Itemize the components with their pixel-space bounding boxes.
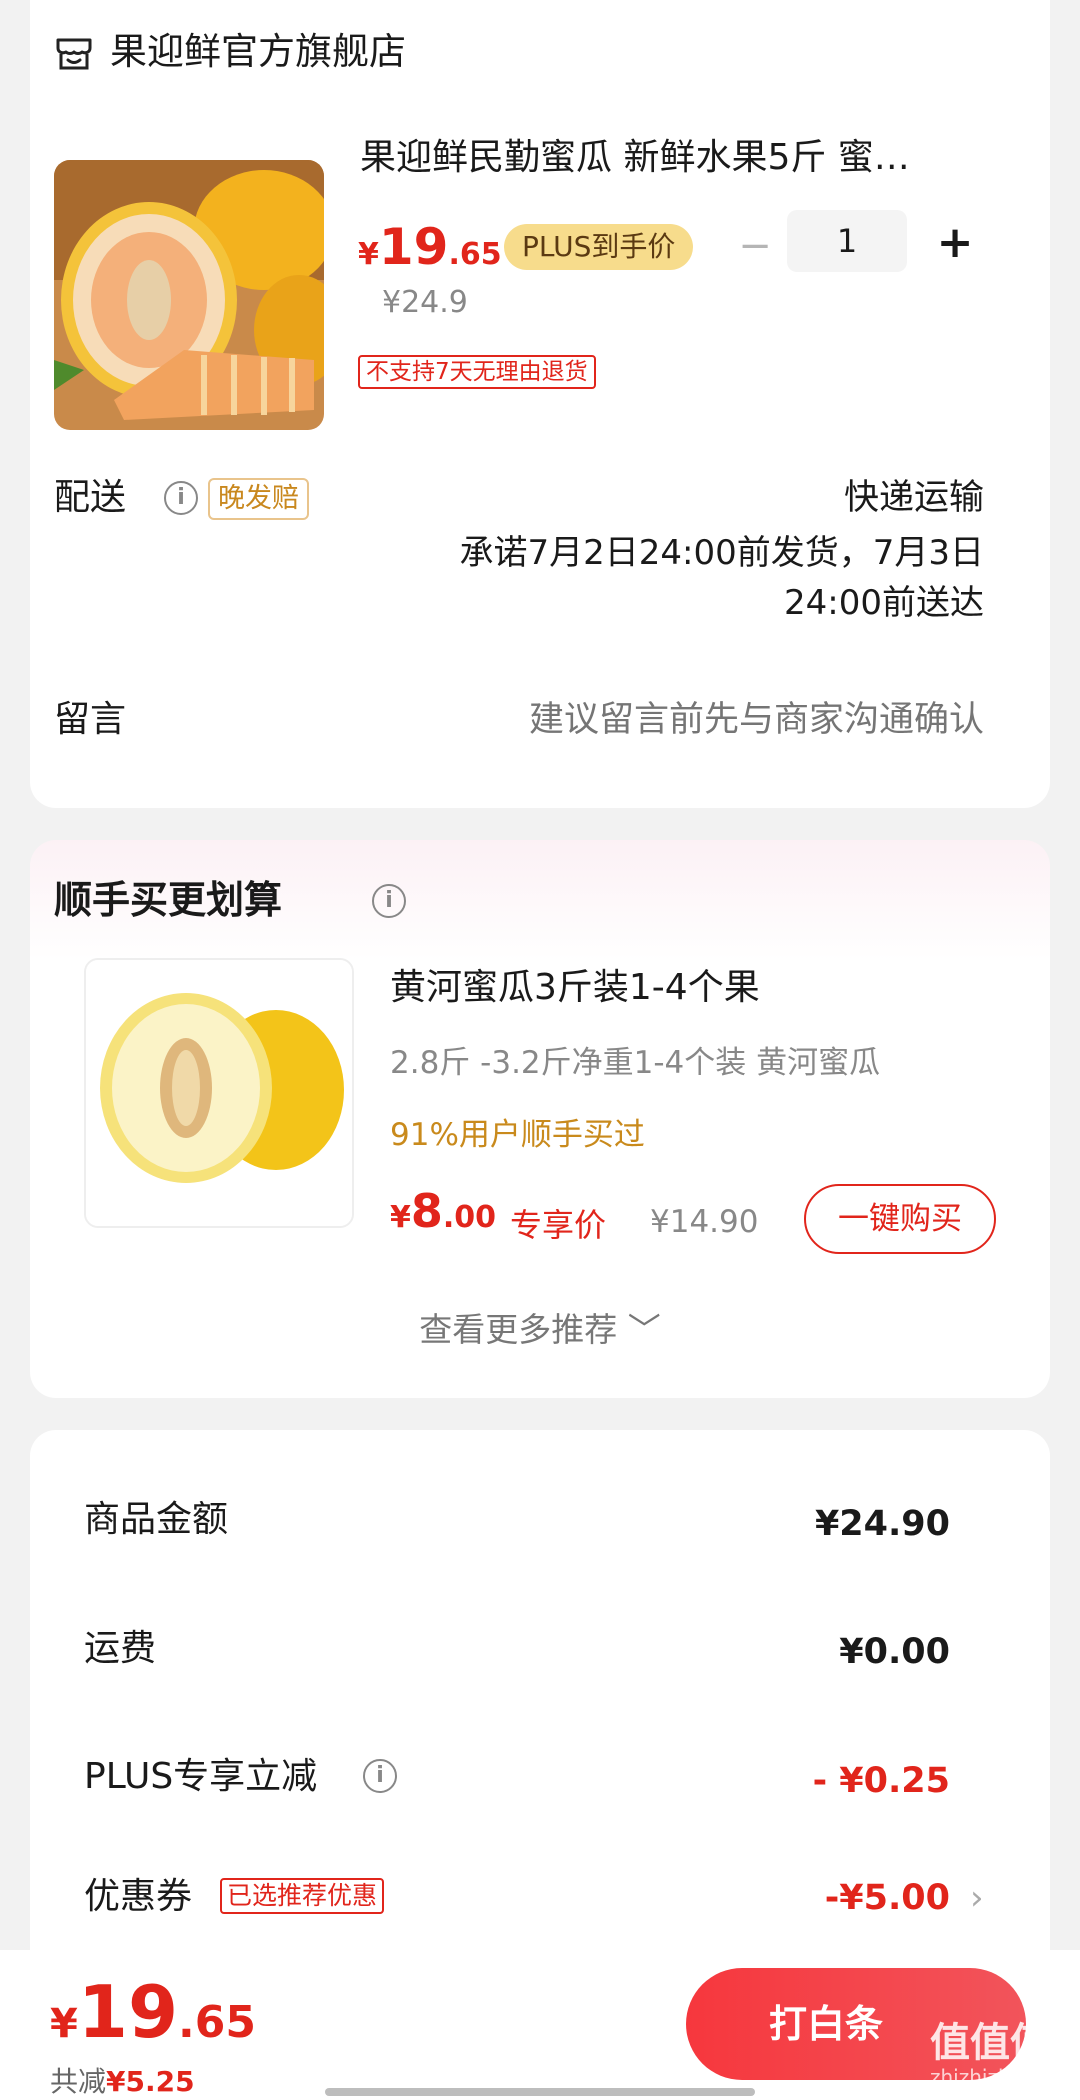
recommend-item-spec: 2.8斤 -3.2斤净重1-4个装 黄河蜜瓜 — [390, 1045, 881, 1081]
chevron-down-icon: ﹀ — [627, 1310, 661, 1349]
shipping-value: ¥0.00 — [839, 1632, 950, 1672]
delivery-method[interactable]: 快递运输 — [844, 476, 984, 520]
total-price: ¥19.65 — [50, 1970, 256, 2054]
product-image[interactable] — [54, 160, 324, 430]
recommend-price-tag: 专享价 — [510, 1206, 607, 1244]
plus-discount-label: PLUS专享立减 — [84, 1756, 318, 1797]
goods-amount-value: ¥24.90 — [814, 1504, 950, 1544]
message-input[interactable] — [424, 698, 984, 742]
info-icon[interactable]: i — [164, 481, 198, 515]
goods-amount-label: 商品金额 — [84, 1499, 229, 1540]
recommend-item-title[interactable]: 黄河蜜瓜3斤装1-4个果 — [390, 965, 760, 1011]
watermark: 值值值 — [930, 2020, 1050, 2066]
info-icon[interactable]: i — [372, 884, 406, 918]
recommend-title: 顺手买更划算 — [54, 878, 283, 922]
plus-price-tag: PLUS到手价 — [504, 224, 694, 270]
shipping-label: 运费 — [84, 1628, 157, 1669]
melon-image — [54, 160, 324, 430]
product-title[interactable]: 果迎鲜民勤蜜瓜 新鲜水果5斤 蜜… — [360, 133, 960, 183]
product-original-price: ¥24.9 — [382, 285, 468, 320]
plus-discount-value: - ¥0.25 — [812, 1761, 950, 1801]
home-indicator[interactable] — [325, 2088, 755, 2096]
coupon-value[interactable]: -¥5.00 — [825, 1876, 950, 1920]
one-click-buy-button[interactable]: 一键购买 — [804, 1184, 996, 1254]
recommend-item-price: ¥8.00 — [390, 1184, 497, 1238]
info-icon[interactable]: i — [363, 1759, 397, 1793]
total-saved: 共减¥5.25 — [50, 2065, 195, 2098]
coupon-selected-tag: 已选推荐优惠 — [220, 1878, 385, 1914]
chevron-right-icon[interactable]: › — [970, 1878, 984, 1918]
recommend-item-image[interactable] — [84, 958, 354, 1228]
recommend-item-social-proof: 91%用户顺手买过 — [390, 1117, 645, 1153]
store-name[interactable]: 果迎鲜官方旗舰店 — [110, 30, 406, 74]
more-recommend-link[interactable]: 查看更多推荐 ﹀ — [0, 1308, 1080, 1352]
message-label: 留言 — [54, 699, 127, 740]
delivery-label: 配送 — [54, 477, 127, 518]
quantity-field[interactable]: 1 — [787, 210, 907, 272]
recommend-original-price: ¥14.90 — [650, 1204, 759, 1240]
delivery-promise: 承诺7月2日24:00前发货，7月3日24:00前送达 — [459, 533, 984, 623]
quantity-decrease-button[interactable]: − — [730, 222, 780, 272]
product-price: ¥19.65 — [358, 218, 502, 276]
watermark-url: zhizhizhi.com — [930, 2065, 1066, 2089]
store-icon — [56, 38, 92, 70]
late-compensation-tag: 晚发赔 — [208, 478, 309, 520]
quantity-increase-button[interactable]: + — [930, 216, 980, 272]
more-recommend-label: 查看更多推荐 — [419, 1310, 618, 1349]
return-policy-tag: 不支持7天无理由退货 — [358, 355, 596, 389]
coupon-label: 优惠券 — [84, 1876, 193, 1917]
yellow-melon-image — [86, 960, 352, 1226]
